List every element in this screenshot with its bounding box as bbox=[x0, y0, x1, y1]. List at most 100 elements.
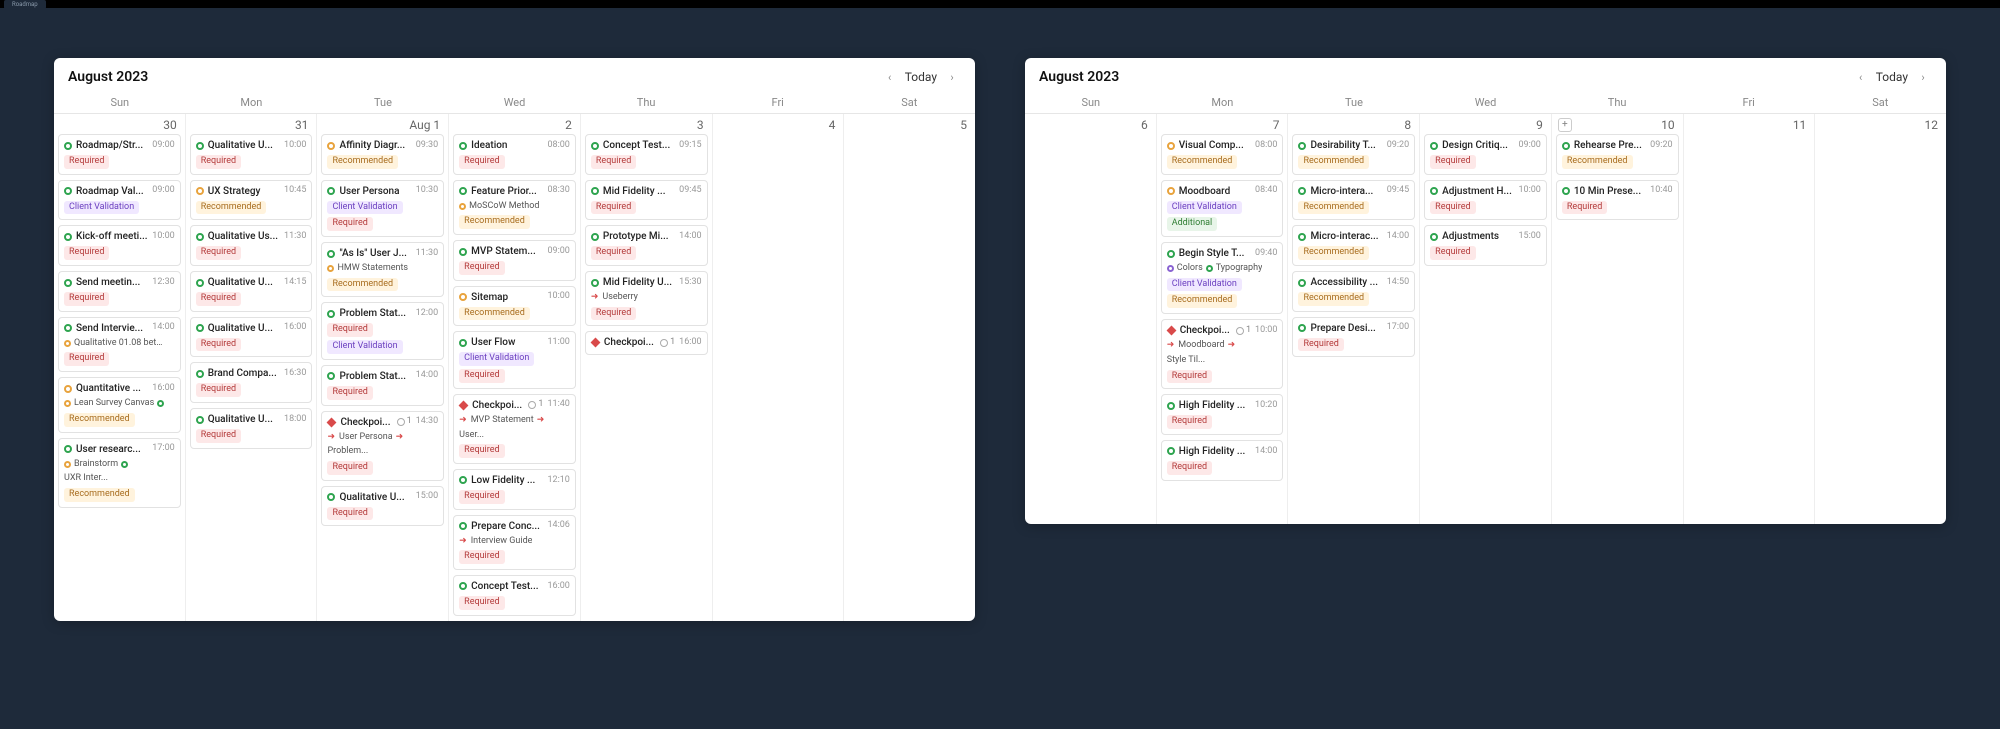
event-card[interactable]: Desirability T...09:20 Recommended bbox=[1292, 134, 1415, 175]
tag-req: Required bbox=[196, 429, 241, 443]
event-card[interactable]: Prepare Desi...17:00 Required bbox=[1292, 317, 1415, 358]
event-title: Qualitative U... bbox=[208, 322, 280, 335]
event-card[interactable]: Qualitative U...10:00 Required bbox=[190, 134, 313, 175]
event-title: Concept Test... bbox=[603, 139, 675, 152]
event-card[interactable]: UX Strategy10:45 Recommended bbox=[190, 180, 313, 221]
event-card[interactable]: Problem Stat...14:00 Required bbox=[321, 365, 444, 406]
add-event-button[interactable]: + bbox=[1558, 118, 1572, 132]
next-arrow-icon[interactable]: › bbox=[943, 68, 961, 86]
event-card[interactable]: Problem Stat...12:00 RequiredClient Vali… bbox=[321, 302, 444, 359]
event-card[interactable]: User Flow11:00 Client ValidationRequired bbox=[453, 331, 576, 388]
event-card[interactable]: Micro-intera...09:45 Recommended bbox=[1292, 180, 1415, 221]
event-card[interactable]: Qualitative U...15:00 Required bbox=[321, 486, 444, 527]
event-card[interactable]: Quantitative ...16:00 Lean Survey Canvas… bbox=[58, 377, 181, 432]
event-time: 15:00 bbox=[416, 491, 438, 503]
status-dot-icon bbox=[64, 233, 72, 241]
checkpoint-icon bbox=[459, 400, 469, 410]
event-card[interactable]: Ideation08:00 Required bbox=[453, 134, 576, 175]
event-card[interactable]: Qualitative U...18:00 Required bbox=[190, 408, 313, 449]
event-card[interactable]: Checkpoi...114:30 ➜User Persona➜Problem.… bbox=[321, 411, 444, 481]
status-dot-icon bbox=[327, 142, 335, 150]
event-card[interactable]: Low Fidelity ...12:10 Required bbox=[453, 469, 576, 510]
event-time: 17:00 bbox=[152, 443, 174, 455]
event-card[interactable]: Qualitative U...14:15 Required bbox=[190, 271, 313, 312]
event-title: Problem Stat... bbox=[339, 370, 411, 383]
sub-text: Typography bbox=[1216, 263, 1263, 275]
event-card[interactable]: Qualitative Us...11:30 Required bbox=[190, 225, 313, 266]
event-card[interactable]: Checkpoi...116:00 bbox=[585, 331, 708, 355]
status-dot-icon bbox=[1430, 142, 1438, 150]
prev-arrow-icon[interactable]: ‹ bbox=[881, 68, 899, 86]
today-button[interactable]: Today bbox=[1870, 68, 1914, 86]
event-time: 15:30 bbox=[679, 277, 701, 289]
status-dot-icon bbox=[1562, 187, 1570, 195]
event-card[interactable]: High Fidelity ...10:20 Required bbox=[1161, 394, 1284, 435]
event-card[interactable]: Mid Fidelity U...15:30 ➜Useberry Require… bbox=[585, 271, 708, 326]
event-card[interactable]: User Persona10:30 Client ValidationRequi… bbox=[321, 180, 444, 237]
arrow-icon: ➜ bbox=[327, 432, 335, 444]
event-time: 14:00 bbox=[679, 231, 701, 243]
event-card[interactable]: Design Critiq...09:00 Required bbox=[1424, 134, 1547, 175]
dow-cell: Fri bbox=[1683, 92, 1815, 113]
event-card[interactable]: Brand Compa...16:30 Required bbox=[190, 362, 313, 403]
event-card[interactable]: Send meetin...12:30 Required bbox=[58, 271, 181, 312]
event-title: Prototype Mi... bbox=[603, 230, 675, 243]
event-card[interactable]: Roadmap/Str...09:00 Required bbox=[58, 134, 181, 175]
event-card[interactable]: Micro-interac...14:00 Recommended bbox=[1292, 225, 1415, 266]
event-card[interactable]: Sitemap10:00 Recommended bbox=[453, 286, 576, 327]
next-arrow-icon[interactable]: › bbox=[1914, 68, 1932, 86]
event-card[interactable]: MVP Statem...09:00 Required bbox=[453, 240, 576, 281]
event-card[interactable]: Prepare Conc...14:06 ➜Interview Guide Re… bbox=[453, 515, 576, 570]
event-card[interactable]: Rehearse Pre...09:20 Recommended bbox=[1556, 134, 1679, 175]
sub-text: User... bbox=[459, 430, 484, 442]
event-card[interactable]: Qualitative U...16:00 Required bbox=[190, 317, 313, 358]
tab-roadmap[interactable]: Roadmap bbox=[4, 0, 46, 9]
status-dot-icon bbox=[591, 279, 599, 287]
sub-text: Colors bbox=[1177, 263, 1203, 275]
event-card[interactable]: Visual Comp...08:00 Recommended bbox=[1161, 134, 1284, 175]
event-card[interactable]: High Fidelity ...14:00 Required bbox=[1161, 440, 1284, 481]
today-button[interactable]: Today bbox=[899, 68, 943, 86]
status-dot-icon bbox=[196, 416, 204, 424]
event-card[interactable]: Feature Prior...08:30 MoSCoW Method Reco… bbox=[453, 180, 576, 235]
tag-req: Required bbox=[64, 292, 109, 306]
event-card[interactable]: Checkpoi...111:40 ➜MVP Statement➜User...… bbox=[453, 394, 576, 464]
event-card[interactable]: Accessibility ...14:50 Recommended bbox=[1292, 271, 1415, 312]
day-column: 31 Qualitative U...10:00 Required UX Str… bbox=[186, 114, 318, 621]
prev-arrow-icon[interactable]: ‹ bbox=[1852, 68, 1870, 86]
checkpoint-icon bbox=[1166, 326, 1176, 336]
event-card[interactable]: 10 Min Prese...10:40 Required bbox=[1556, 180, 1679, 221]
day-column: 8 Desirability T...09:20 Recommended Mic… bbox=[1288, 114, 1420, 524]
event-title: Roadmap/Str... bbox=[76, 139, 148, 152]
event-card[interactable]: User researc...17:00 BrainstormUXR Inter… bbox=[58, 438, 181, 508]
tag-cli: Client Validation bbox=[327, 340, 402, 354]
event-card[interactable]: Affinity Diagr...09:30 Recommended bbox=[321, 134, 444, 175]
event-title: High Fidelity ... bbox=[1179, 445, 1251, 458]
event-card[interactable]: Checkpoi...110:00 ➜Moodboard➜Style Til..… bbox=[1161, 319, 1284, 389]
day-number: 2 bbox=[449, 114, 580, 134]
event-card[interactable]: Mid Fidelity ...09:45 Required bbox=[585, 180, 708, 221]
status-dot-icon bbox=[196, 370, 204, 378]
event-card[interactable]: Concept Test...16:00 Required bbox=[453, 575, 576, 616]
event-card[interactable]: Moodboard08:40 Client ValidationAddition… bbox=[1161, 180, 1284, 237]
event-card[interactable]: Adjustment H...10:00 Required bbox=[1424, 180, 1547, 221]
status-dot-icon bbox=[591, 142, 599, 150]
events-list: Design Critiq...09:00 Required Adjustmen… bbox=[1420, 134, 1551, 266]
arrow-icon: ➜ bbox=[459, 415, 467, 427]
event-time: 16:00 bbox=[284, 322, 306, 334]
event-card[interactable]: Concept Test...09:15 Required bbox=[585, 134, 708, 175]
event-card[interactable]: Prototype Mi...14:00 Required bbox=[585, 225, 708, 266]
event-card[interactable]: Kick-off meeti...10:00 Required bbox=[58, 225, 181, 266]
event-card[interactable]: Begin Style T...09:40 ColorsTypography C… bbox=[1161, 242, 1284, 314]
status-dot-icon bbox=[64, 385, 72, 393]
tag-rec: Recommended bbox=[1167, 294, 1238, 308]
event-card[interactable]: "As Is" User J...11:30 HMW Statements Re… bbox=[321, 242, 444, 297]
event-card[interactable]: Roadmap Val...09:00 Client Validation bbox=[58, 180, 181, 221]
event-time: 14:00 bbox=[1255, 446, 1277, 458]
event-card[interactable]: Send Intervie...14:00 Qualitative 01.08 … bbox=[58, 317, 181, 372]
status-dot-icon bbox=[459, 522, 467, 530]
tag-rec: Recommended bbox=[1562, 155, 1633, 169]
event-card[interactable]: Adjustments15:00 Required bbox=[1424, 225, 1547, 266]
event-title: Concept Test... bbox=[471, 580, 543, 593]
status-dot-icon bbox=[591, 187, 599, 195]
